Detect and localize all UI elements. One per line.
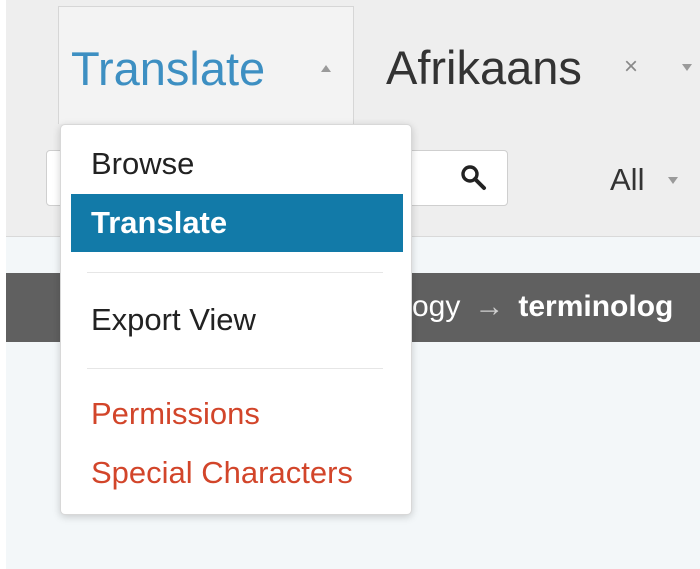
menu-item-special-characters[interactable]: Special Characters <box>71 444 403 502</box>
breadcrumb-arrow-icon: → <box>474 290 505 323</box>
filter-label: All <box>610 162 645 197</box>
language-tab-label: Afrikaans <box>386 41 582 94</box>
search-icon[interactable] <box>459 163 489 193</box>
chevron-down-icon <box>668 176 679 184</box>
menu-divider <box>87 272 383 273</box>
close-icon[interactable]: × <box>624 55 638 79</box>
language-tab[interactable]: Afrikaans × <box>368 6 700 122</box>
breadcrumb-current: terminolog <box>518 290 674 323</box>
chevron-down-icon[interactable] <box>682 64 692 71</box>
menu-divider <box>87 368 383 369</box>
menu-item-export-view[interactable]: Export View <box>71 291 403 349</box>
menu-item-permissions[interactable]: Permissions <box>71 385 403 443</box>
project-tab[interactable]: Translate <box>58 6 354 124</box>
caret-up-icon <box>321 65 331 72</box>
breadcrumb-parent[interactable]: ogy <box>412 290 460 323</box>
breadcrumb-path: ogy → terminolog <box>412 290 673 324</box>
project-dropdown-menu: Browse Translate Export View Permissions… <box>60 124 412 515</box>
menu-item-translate[interactable]: Translate <box>71 194 403 252</box>
filter-dropdown[interactable]: All <box>610 160 679 200</box>
project-tab-label: Translate <box>71 42 266 95</box>
menu-item-browse[interactable]: Browse <box>71 135 403 193</box>
